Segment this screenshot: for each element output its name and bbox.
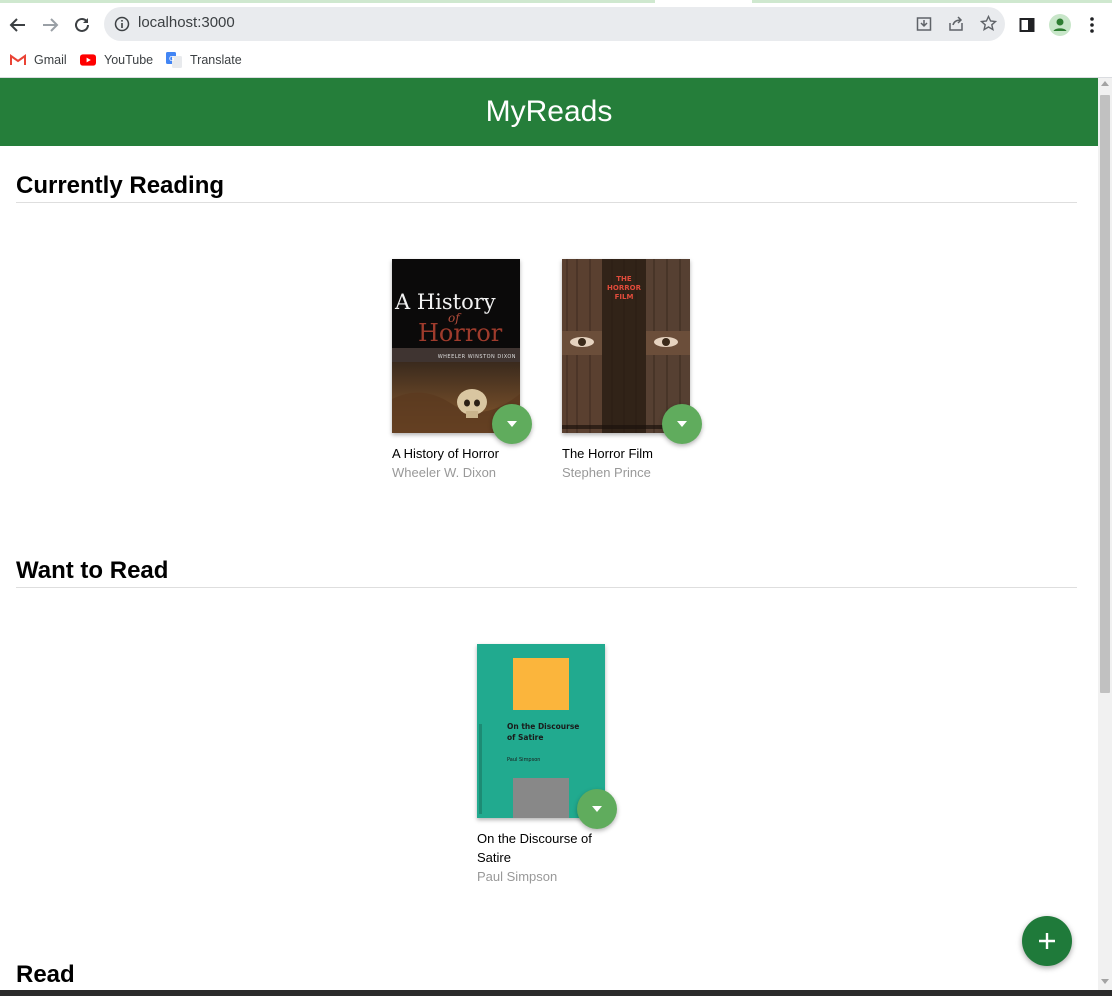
side-panel-button[interactable] bbox=[1013, 11, 1041, 39]
bookmark-gmail[interactable]: Gmail bbox=[10, 52, 67, 68]
shelf-changer-button[interactable] bbox=[662, 404, 702, 444]
translate-icon: G bbox=[166, 52, 182, 68]
cover-title-line3: FILM bbox=[615, 293, 634, 301]
shelf-title-read: Read bbox=[16, 961, 75, 988]
install-icon[interactable] bbox=[916, 16, 932, 32]
star-icon[interactable] bbox=[980, 15, 997, 32]
back-button[interactable] bbox=[4, 11, 32, 39]
forward-button[interactable] bbox=[36, 11, 64, 39]
add-book-button[interactable] bbox=[1022, 916, 1072, 966]
book-author: Stephen Prince bbox=[562, 465, 651, 480]
chevron-down-icon bbox=[677, 421, 687, 427]
arrow-left-icon bbox=[9, 18, 25, 32]
reload-button[interactable] bbox=[68, 11, 96, 39]
cover-title-line1: A History bbox=[394, 290, 496, 314]
shelf-divider bbox=[16, 587, 1077, 588]
scrollbar-thumb[interactable] bbox=[1100, 95, 1110, 693]
book-author: Wheeler W. Dixon bbox=[392, 465, 497, 480]
youtube-icon bbox=[80, 52, 96, 68]
info-icon[interactable] bbox=[114, 16, 130, 32]
cover-title-line3: Horror bbox=[418, 319, 503, 347]
tab-indicator bbox=[752, 0, 1112, 3]
chevron-down-icon bbox=[507, 421, 517, 427]
arrow-right-icon bbox=[43, 18, 59, 32]
book-title: On the Discourse of Satire bbox=[477, 831, 592, 865]
tab-indicator bbox=[0, 0, 655, 3]
bookmark-translate[interactable]: G Translate bbox=[166, 52, 242, 68]
shelf-title-currently-reading: Currently Reading bbox=[16, 172, 225, 199]
bookmark-label: YouTube bbox=[104, 53, 154, 67]
shelf-title-want-to-read: Want to Read bbox=[16, 557, 169, 584]
app-title: MyReads bbox=[485, 95, 613, 128]
browser-toolbar: localhost:3000 bbox=[0, 4, 1112, 46]
more-vertical-icon bbox=[1090, 17, 1094, 33]
scroll-down-arrow-icon[interactable] bbox=[1101, 979, 1109, 984]
shelf-divider bbox=[16, 202, 1077, 203]
cover-title-line2: HORROR bbox=[607, 284, 642, 292]
menu-button[interactable] bbox=[1078, 11, 1106, 39]
shelf-changer-button[interactable] bbox=[492, 404, 532, 444]
bookmarks-bar: Gmail YouTube G Translate bbox=[0, 46, 1112, 78]
svg-text:G: G bbox=[169, 55, 174, 63]
cover-byline: WHEELER WINSTON DIXON bbox=[438, 354, 516, 360]
shelf-changer-button[interactable] bbox=[577, 789, 617, 829]
book-title: A History of Horror bbox=[392, 446, 499, 461]
book-title: The Horror Film bbox=[562, 446, 654, 461]
book-author: Paul Simpson bbox=[477, 869, 558, 884]
url-text: localhost:3000 bbox=[138, 14, 235, 31]
plus-icon bbox=[1039, 933, 1055, 949]
gmail-icon bbox=[10, 52, 26, 68]
side-panel-icon bbox=[1019, 18, 1035, 32]
profile-button[interactable] bbox=[1046, 11, 1074, 39]
bookmark-youtube[interactable]: YouTube bbox=[80, 52, 153, 68]
bookmark-label: Translate bbox=[190, 53, 242, 67]
chevron-down-icon bbox=[592, 806, 602, 812]
reload-icon bbox=[75, 17, 89, 32]
scroll-up-arrow-icon[interactable] bbox=[1101, 81, 1109, 86]
app-header: MyReads bbox=[0, 78, 1098, 146]
cover-author: Paul Simpson bbox=[507, 757, 540, 763]
address-bar[interactable]: localhost:3000 bbox=[104, 7, 1005, 41]
avatar-icon bbox=[1049, 14, 1071, 36]
share-icon[interactable] bbox=[948, 16, 964, 32]
status-bar bbox=[0, 990, 1112, 996]
cover-title-line1: THE bbox=[616, 275, 632, 283]
bookmark-label: Gmail bbox=[34, 53, 67, 67]
